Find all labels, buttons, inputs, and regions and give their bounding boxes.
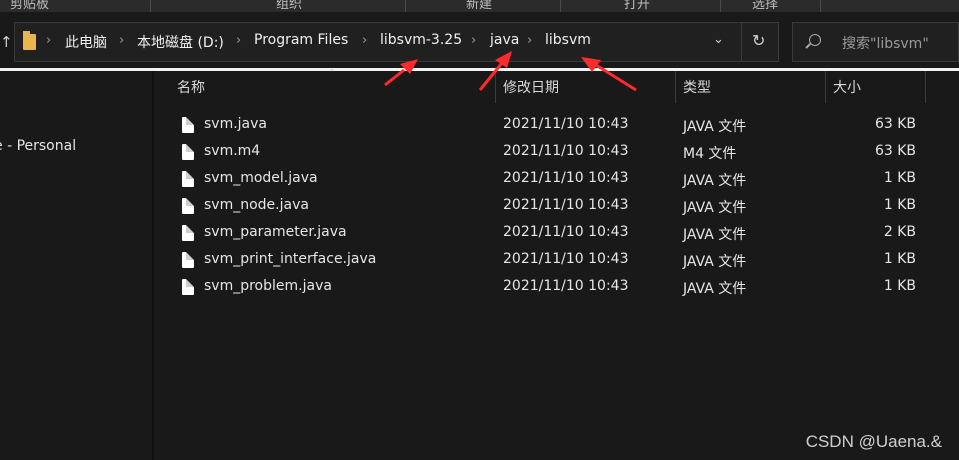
file-modified: 2021/11/10 10:43	[503, 251, 629, 267]
file-name: svm_parameter.java	[204, 224, 347, 240]
column-divider[interactable]	[825, 71, 826, 103]
file-name: svm_node.java	[204, 197, 309, 213]
chevron-right-icon[interactable]: ›	[471, 33, 476, 48]
ribbon-divider	[150, 0, 151, 12]
file-type: JAVA 文件	[683, 173, 747, 189]
breadcrumb-local-disk[interactable]: 本地磁盘 (D:)	[137, 32, 224, 52]
file-type: JAVA 文件	[683, 200, 747, 216]
file-row[interactable]: svm_print_interface.java 2021/11/10 10:4…	[154, 248, 959, 275]
file-size: 63 KB	[874, 116, 916, 132]
file-row[interactable]: svm_model.java 2021/11/10 10:43 JAVA 文件 …	[154, 167, 959, 194]
breadcrumb-libsvm-3-25[interactable]: libsvm-3.25	[380, 32, 462, 48]
file-icon	[182, 171, 194, 187]
file-row[interactable]: svm.m4 2021/11/10 10:43 M4 文件 63 KB	[154, 140, 959, 167]
file-name: svm_model.java	[204, 170, 318, 186]
ribbon-divider	[820, 0, 821, 12]
file-icon	[182, 117, 194, 133]
file-type: JAVA 文件	[683, 254, 747, 270]
file-name: svm_print_interface.java	[204, 251, 377, 267]
column-divider[interactable]	[495, 71, 496, 103]
address-bar[interactable]: › 此电脑 › 本地磁盘 (D:) › Program Files › libs…	[14, 22, 779, 62]
chevron-right-icon[interactable]: ›	[362, 33, 367, 48]
nav-item-onedrive-personal[interactable]: e - Personal	[0, 138, 76, 154]
ribbon-divider	[560, 0, 561, 12]
navigation-bar: ↑ › 此电脑 › 本地磁盘 (D:) › Program Files › li…	[0, 12, 959, 68]
file-type: JAVA 文件	[683, 119, 747, 135]
file-name: svm.java	[204, 116, 267, 132]
column-divider[interactable]	[925, 71, 926, 103]
breadcrumb-java[interactable]: java	[490, 32, 519, 48]
file-size: 2 KB	[883, 224, 916, 240]
chevron-right-icon[interactable]: ›	[119, 33, 124, 48]
folder-icon	[23, 31, 36, 50]
sort-ascending-icon: ⌃	[328, 68, 337, 79]
file-row[interactable]: svm.java 2021/11/10 10:43 JAVA 文件 63 KB	[154, 113, 959, 140]
file-icon	[182, 144, 194, 160]
ribbon-group-open[interactable]: 打开	[624, 0, 650, 12]
file-modified: 2021/11/10 10:43	[503, 278, 629, 294]
chevron-right-icon[interactable]: ›	[46, 33, 51, 48]
file-icon	[182, 198, 194, 214]
search-box[interactable]: 搜索"libsvm"	[792, 22, 959, 62]
refresh-icon[interactable]: ↻	[752, 31, 765, 50]
ribbon-group-new[interactable]: 新建	[466, 0, 492, 12]
file-modified: 2021/11/10 10:43	[503, 224, 629, 240]
column-header-type[interactable]: 类型	[683, 77, 711, 97]
file-list: ⌃ 名称 修改日期 类型 大小 svm.java 2021/11/10 10:4…	[154, 68, 959, 460]
file-size: 1 KB	[883, 197, 916, 213]
file-size: 1 KB	[883, 278, 916, 294]
chevron-right-icon[interactable]: ›	[236, 33, 241, 48]
breadcrumb-this-pc[interactable]: 此电脑	[65, 32, 107, 52]
column-divider[interactable]	[675, 71, 676, 103]
file-type: M4 文件	[683, 146, 737, 162]
file-row[interactable]: svm_parameter.java 2021/11/10 10:43 JAVA…	[154, 221, 959, 248]
file-modified: 2021/11/10 10:43	[503, 197, 629, 213]
file-type: JAVA 文件	[683, 227, 747, 243]
file-size: 63 KB	[874, 143, 916, 159]
ribbon-divider	[720, 0, 721, 12]
file-row[interactable]: svm_node.java 2021/11/10 10:43 JAVA 文件 1…	[154, 194, 959, 221]
file-modified: 2021/11/10 10:43	[503, 143, 629, 159]
breadcrumb-libsvm[interactable]: libsvm	[545, 32, 591, 48]
file-type: JAVA 文件	[683, 281, 747, 297]
chevron-down-icon[interactable]: ⌄	[713, 32, 724, 47]
file-name: svm_problem.java	[204, 278, 332, 294]
up-arrow-icon[interactable]: ↑	[0, 33, 13, 51]
file-size: 1 KB	[883, 170, 916, 186]
column-header-size[interactable]: 大小	[833, 77, 861, 97]
file-icon	[182, 279, 194, 295]
watermark: CSDN @Uaena.&	[805, 432, 942, 451]
file-row[interactable]: svm_problem.java 2021/11/10 10:43 JAVA 文…	[154, 275, 959, 302]
file-size: 1 KB	[883, 251, 916, 267]
ribbon-group-labels: 剪贴板 组织 新建 打开 选择	[0, 0, 959, 12]
breadcrumb-program-files[interactable]: Program Files	[254, 32, 348, 48]
search-input[interactable]: 搜索"libsvm"	[842, 33, 929, 53]
file-icon	[182, 252, 194, 268]
search-icon	[809, 34, 821, 46]
file-name: svm.m4	[204, 143, 261, 159]
column-header-modified[interactable]: 修改日期	[503, 77, 559, 97]
file-modified: 2021/11/10 10:43	[503, 170, 629, 186]
column-header-name[interactable]: 名称	[177, 77, 205, 97]
address-divider	[741, 23, 742, 61]
file-modified: 2021/11/10 10:43	[503, 116, 629, 132]
ribbon-group-organize[interactable]: 组织	[276, 0, 302, 12]
file-icon	[182, 225, 194, 241]
ribbon-group-clipboard[interactable]: 剪贴板	[10, 0, 49, 12]
ribbon-group-select[interactable]: 选择	[752, 0, 778, 12]
ribbon-divider	[405, 0, 406, 12]
navigation-pane: e - Personal	[0, 71, 152, 460]
chevron-right-icon[interactable]: ›	[527, 33, 532, 48]
